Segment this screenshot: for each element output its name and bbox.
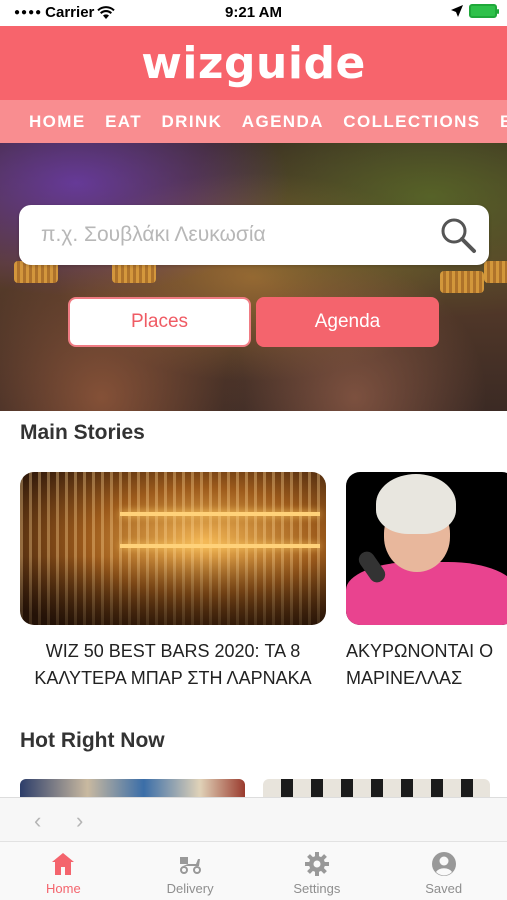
tab-settings[interactable]: Settings <box>254 842 381 900</box>
nav-item-blog[interactable]: BL <box>500 100 507 143</box>
tab-label: Home <box>46 881 81 896</box>
shelf-light-decoration <box>120 512 320 516</box>
tab-label: Settings <box>293 881 341 896</box>
hero-image <box>0 143 507 411</box>
nav-item-home[interactable]: HOME <box>29 100 86 143</box>
main-stories-heading: Main Stories <box>20 421 145 444</box>
agenda-button[interactable]: Agenda <box>256 297 439 347</box>
tab-home[interactable]: Home <box>0 842 127 900</box>
nav-item-eat[interactable]: EAT <box>105 100 142 143</box>
story-card-image-singer[interactable] <box>346 472 507 625</box>
story-card-title[interactable]: WIZ 50 BEST BARS 2020: ΤΑ 8 ΚΑΛΥΤΕΡΑ ΜΠΑ… <box>20 638 326 692</box>
app-header: wizguide <box>0 26 507 100</box>
story-card-image-bars[interactable] <box>20 472 326 625</box>
search-input[interactable] <box>41 205 441 265</box>
hot-right-now-heading: Hot Right Now <box>20 729 165 752</box>
status-right <box>451 4 499 18</box>
shelf-light-decoration <box>120 544 320 548</box>
lamp-decoration <box>440 271 484 293</box>
clock: 9:21 AM <box>225 4 282 21</box>
gear-icon <box>304 852 329 876</box>
places-button[interactable]: Places <box>68 297 251 347</box>
search-icon[interactable] <box>439 216 477 254</box>
hair-decoration <box>376 474 456 534</box>
chevron-right-icon[interactable]: › <box>76 808 83 834</box>
app-logo[interactable]: wizguide <box>141 38 366 89</box>
tab-delivery[interactable]: Delivery <box>127 842 254 900</box>
nav-item-collections[interactable]: COLLECTIONS <box>343 100 480 143</box>
battery-icon <box>469 4 499 18</box>
home-icon <box>52 853 75 875</box>
location-arrow-icon <box>451 5 463 17</box>
story-card-title[interactable]: ΑΚΥΡΩΝΟΝΤΑΙ Ο ΜΑΡΙΝΕΛΛΑΣ <box>346 638 507 692</box>
tab-saved[interactable]: Saved <box>380 842 507 900</box>
tab-label: Saved <box>425 881 463 896</box>
category-nav: HOME EAT DRINK AGENDA COLLECTIONS BL <box>0 100 507 143</box>
status-bar: ●●●● Carrier 9:21 AM <box>0 0 507 26</box>
nav-item-agenda[interactable]: AGENDA <box>242 100 324 143</box>
tab-label: Delivery <box>166 881 214 896</box>
chevron-left-icon[interactable]: ‹ <box>34 808 41 834</box>
tab-bar: Home Delivery Settings Saved <box>0 841 507 900</box>
browser-nav-bar: ‹ › <box>0 797 507 841</box>
user-icon <box>431 852 456 876</box>
lamp-decoration <box>484 261 507 283</box>
nav-item-drink[interactable]: DRINK <box>161 100 222 143</box>
delivery-scooter-icon <box>180 857 202 874</box>
search-bar <box>19 205 489 265</box>
